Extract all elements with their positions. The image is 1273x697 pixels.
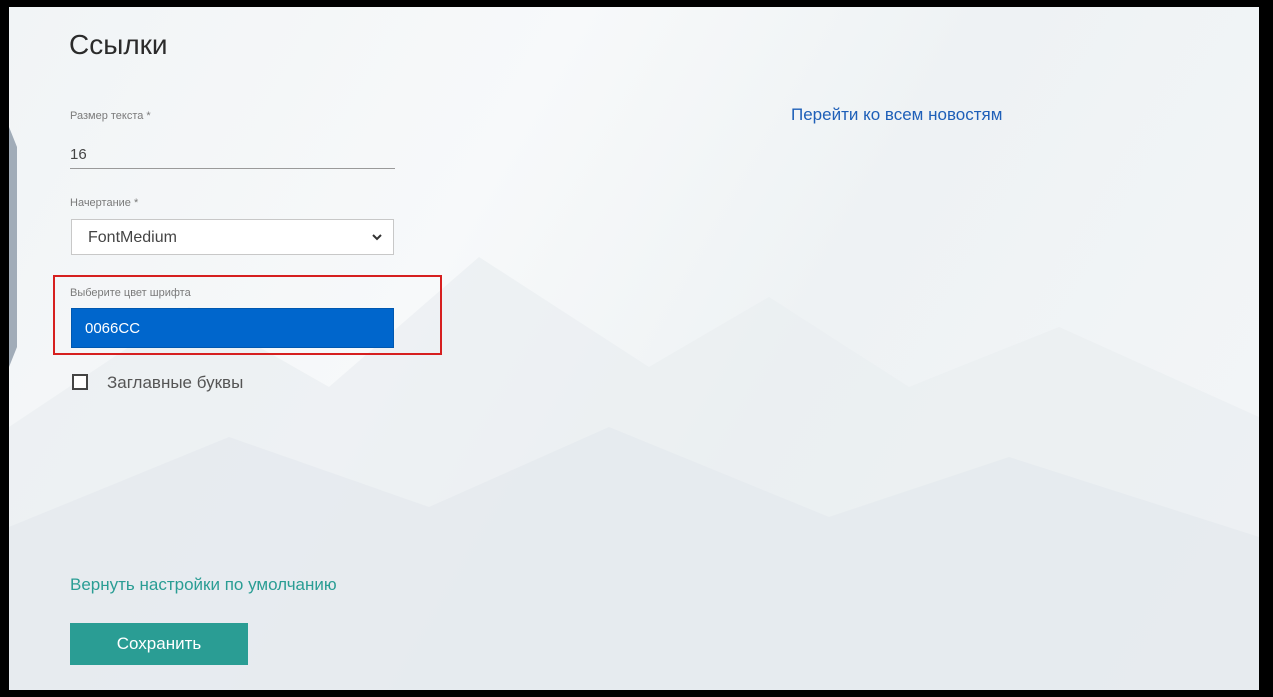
all-news-link[interactable]: Перейти ко всем новостям [791, 105, 1002, 125]
font-style-label: Начертание * [70, 197, 139, 209]
font-color-label: Выберите цвет шрифта [70, 287, 191, 299]
chevron-down-icon [372, 234, 382, 241]
uppercase-label: Заглавные буквы [107, 373, 244, 392]
uppercase-checkbox[interactable] [72, 374, 88, 390]
font-color-input[interactable]: 0066CC [71, 308, 394, 348]
reset-defaults-link[interactable]: Вернуть настройки по умолчанию [70, 575, 337, 595]
font-style-select[interactable]: FontMedium [71, 219, 394, 255]
save-button[interactable]: Сохранить [70, 623, 248, 665]
font-style-selected-value: FontMedium [88, 229, 177, 246]
page-title: Ссылки [69, 29, 168, 60]
settings-panel: Ссылки Размер текста * Начертание * Font… [9, 7, 1259, 690]
text-size-input[interactable] [70, 140, 395, 169]
text-size-label: Размер текста * [70, 110, 151, 122]
